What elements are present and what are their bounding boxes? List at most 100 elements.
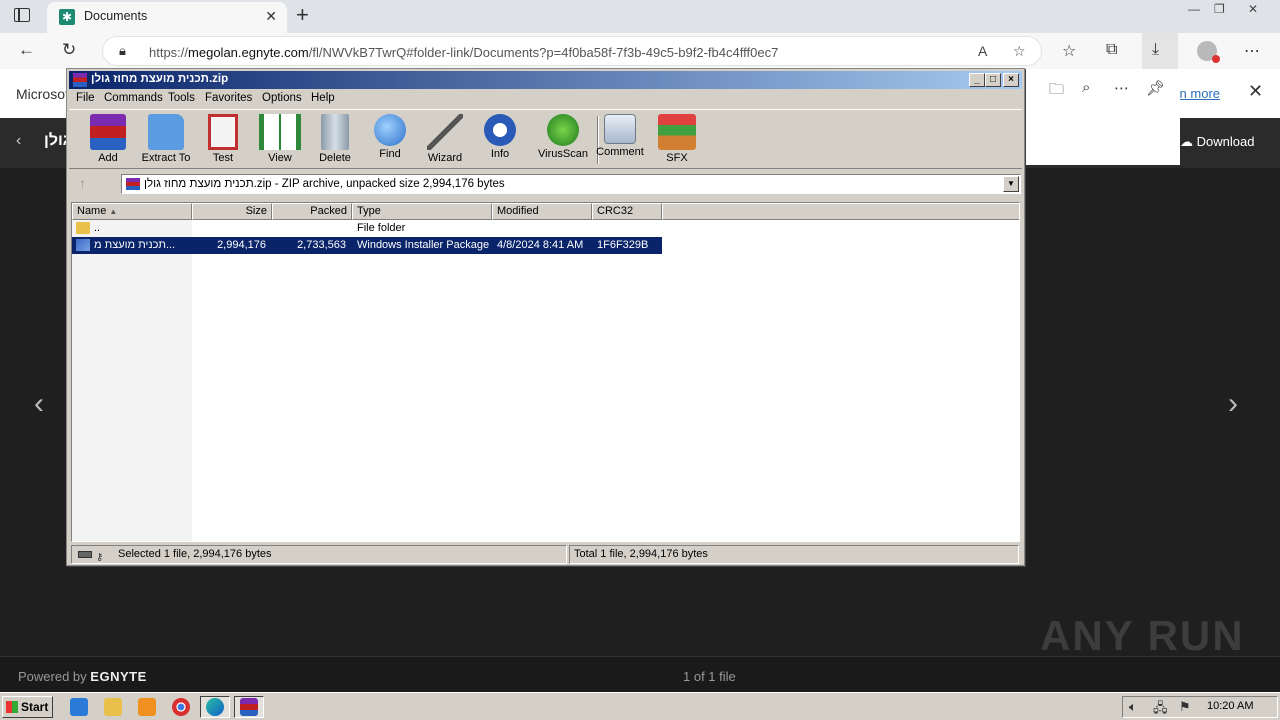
column-modified-header[interactable]: Modified: [492, 203, 592, 220]
taskbar-edge-button[interactable]: [200, 696, 230, 718]
volume-icon[interactable]: 🔈︎: [1129, 699, 1137, 715]
up-folder-icon[interactable]: ↑: [79, 175, 86, 191]
notice-close-icon[interactable]: ✕: [1248, 81, 1263, 102]
browser-tab-bar: ✱ Documents ✕ + — ❐ ✕: [0, 0, 1280, 33]
extract-folder-icon: [148, 114, 184, 150]
search-downloads-icon[interactable]: ⌕: [1082, 79, 1090, 96]
pin-icon[interactable]: 📌︎: [1146, 79, 1165, 97]
window-minimize-icon[interactable]: —: [1188, 2, 1200, 16]
window-restore-icon[interactable]: ❐: [1214, 2, 1225, 16]
find-magnifier-icon: [374, 114, 406, 146]
winrar-file-list[interactable]: Name ▲ Size Packed Type Modified CRC32 .…: [71, 202, 1020, 542]
column-type-header[interactable]: Type: [352, 203, 492, 220]
msi-package-icon: [76, 239, 90, 251]
winrar-status-bar: ⚷ Selected 1 file, 2,994,176 bytes Total…: [69, 545, 1022, 564]
profile-avatar[interactable]: [1197, 41, 1220, 63]
tool-wizard-button[interactable]: Wizard: [415, 114, 475, 168]
notice-text: Microsoft: [16, 86, 73, 102]
viewer-back-icon[interactable]: ‹: [16, 132, 21, 150]
winrar-path-row: ↑ תכנית מועצת מחוז גולן.zip - ZIP archiv…: [69, 171, 1022, 197]
sfx-archive-icon: [658, 114, 696, 150]
downloads-more-icon[interactable]: ⋯: [1114, 79, 1129, 97]
tab-actions-icon[interactable]: [14, 8, 30, 22]
column-size-header[interactable]: Size: [192, 203, 272, 220]
winrar-menu-bar: File Commands Tools Favorites Options He…: [69, 90, 1022, 108]
start-button[interactable]: Start: [2, 696, 53, 718]
read-aloud-icon[interactable]: A: [978, 43, 987, 59]
open-folder-icon[interactable]: 🗀︎: [1049, 79, 1064, 104]
tool-delete-button[interactable]: Delete: [305, 114, 365, 168]
file-count: 1 of 1 file: [683, 669, 736, 684]
file-list-headers: Name ▲ Size Packed Type Modified CRC32: [72, 203, 1019, 220]
tool-info-button[interactable]: Info: [470, 114, 530, 168]
virusscan-bug-icon: [547, 114, 579, 146]
winrar-maximize-icon[interactable]: □: [985, 73, 1001, 87]
menu-tools[interactable]: Tools: [168, 92, 195, 104]
new-tab-icon[interactable]: +: [296, 4, 309, 26]
address-bar[interactable]: 🔒︎ https://megolan.egnyte.com/fl/NWVkB7T…: [102, 36, 1042, 66]
downloads-button[interactable]: ⤓: [1142, 33, 1178, 69]
column-name-header[interactable]: Name ▲: [72, 203, 192, 220]
add-archive-icon: [90, 114, 126, 150]
menu-file[interactable]: File: [76, 92, 95, 104]
previous-file-icon[interactable]: ‹: [34, 387, 44, 421]
winrar-window: תכנית מועצת מחוז גולן.zip _ □ × File Com…: [66, 68, 1025, 566]
tool-sfx-button[interactable]: SFX: [647, 114, 707, 168]
chrome-icon[interactable]: [172, 698, 190, 716]
favorites-icon[interactable]: ☆: [1062, 41, 1076, 61]
test-clipboard-icon: [208, 114, 238, 150]
winrar-title-bar[interactable]: תכנית מועצת מחוז גולן.zip _ □ ×: [69, 71, 1022, 89]
collections-icon[interactable]: ⧉: [1106, 41, 1117, 59]
drive-icon[interactable]: [78, 551, 92, 558]
explorer-folder-icon[interactable]: [104, 698, 122, 716]
clock[interactable]: 10:20 AM: [1207, 700, 1253, 712]
tool-test-button[interactable]: Test: [193, 114, 253, 168]
tool-find-button[interactable]: Find: [360, 114, 420, 168]
key-icon[interactable]: ⚷: [96, 549, 103, 566]
more-options-icon[interactable]: ⋯: [1244, 41, 1260, 61]
tool-comment-button[interactable]: Comment: [590, 114, 650, 168]
window-close-icon[interactable]: ✕: [1248, 2, 1258, 16]
path-dropdown-icon[interactable]: ▼: [1003, 176, 1019, 192]
tab-close-icon[interactable]: ✕: [265, 8, 277, 25]
powered-by: Powered by EGNYTE: [18, 669, 147, 684]
tool-extract-to-button[interactable]: Extract To: [136, 114, 196, 168]
winrar-minimize-icon[interactable]: _: [969, 73, 985, 87]
taskbar: Start 🔈︎ 🖧︎ ⚑ 10:20 AM: [0, 692, 1280, 720]
viewer-footer: Powered by EGNYTE 1 of 1 file: [0, 656, 1280, 692]
winrar-title: תכנית מועצת מחוז גולן.zip: [91, 73, 229, 85]
table-row[interactable]: תכנית מועצת מ... 2,994,176 2,733,563 Win…: [72, 237, 662, 254]
add-favorite-icon[interactable]: ☆: [1013, 43, 1026, 60]
taskbar-winrar-button[interactable]: [234, 696, 264, 718]
column-crc32-header[interactable]: CRC32: [592, 203, 662, 220]
viewer-download-button[interactable]: ☁ Download: [1180, 134, 1254, 150]
downloads-panel: 🗀︎ ⌕ ⋯ 📌︎: [1025, 69, 1180, 165]
next-file-icon[interactable]: ›: [1228, 387, 1238, 421]
edge-icon: [206, 698, 224, 716]
tab-documents[interactable]: ✱ Documents ✕: [47, 2, 287, 33]
menu-favorites[interactable]: Favorites: [205, 92, 252, 104]
column-packed-header[interactable]: Packed: [272, 203, 352, 220]
archive-path-combobox[interactable]: תכנית מועצת מחוז גולן.zip - ZIP archive,…: [121, 174, 1021, 194]
winrar-toolbar: Add Extract To Test View Delete Find Wiz…: [69, 109, 1022, 169]
menu-help[interactable]: Help: [311, 92, 335, 104]
refresh-icon[interactable]: ↻: [62, 41, 76, 59]
table-row[interactable]: .. File folder: [72, 220, 662, 237]
download-label: Download: [1196, 134, 1255, 149]
status-total: Total 1 file, 2,994,176 bytes: [569, 545, 1019, 564]
url-text[interactable]: https://megolan.egnyte.com/fl/NWVkB7TwrQ…: [149, 45, 778, 60]
menu-options[interactable]: Options: [262, 92, 302, 104]
comment-icon: [604, 114, 636, 144]
tool-virusscan-button[interactable]: VirusScan: [533, 114, 593, 168]
network-icon[interactable]: 🖧︎: [1153, 699, 1168, 720]
winrar-close-icon[interactable]: ×: [1003, 73, 1019, 87]
tool-view-button[interactable]: View: [250, 114, 310, 168]
back-arrow-icon[interactable]: ←: [18, 41, 35, 59]
tool-add-button[interactable]: Add: [78, 114, 138, 168]
media-player-icon[interactable]: [138, 698, 156, 716]
ie-icon[interactable]: [70, 698, 88, 716]
lock-icon[interactable]: 🔒︎: [119, 43, 126, 59]
name-column-shade: [72, 220, 192, 541]
action-center-flag-icon[interactable]: ⚑: [1179, 699, 1191, 715]
menu-commands[interactable]: Commands: [104, 92, 163, 104]
